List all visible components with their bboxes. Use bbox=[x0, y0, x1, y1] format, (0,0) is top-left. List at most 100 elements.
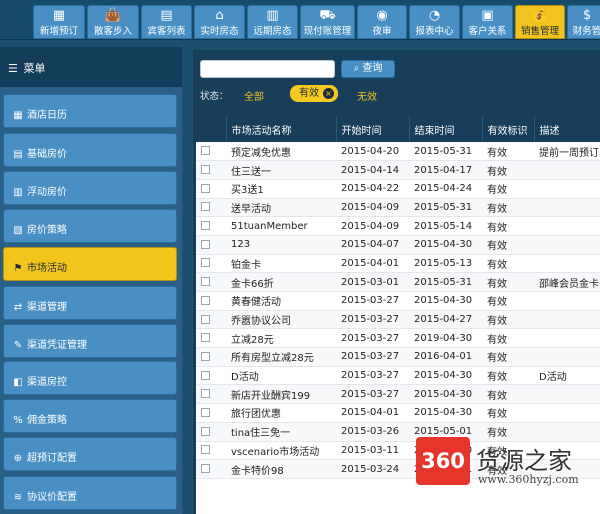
table-cell bbox=[534, 254, 600, 274]
row-checkbox-cell bbox=[196, 310, 226, 330]
toolbar-button-label: 宾客列表 bbox=[147, 26, 186, 37]
row-checkbox[interactable] bbox=[201, 183, 210, 193]
row-checkbox[interactable] bbox=[201, 333, 210, 343]
search-button-label: 查询 bbox=[362, 63, 383, 74]
table-cell: 有效 bbox=[482, 347, 534, 367]
row-checkbox[interactable] bbox=[201, 258, 210, 268]
row-checkbox[interactable] bbox=[201, 221, 210, 231]
row-checkbox[interactable] bbox=[201, 351, 210, 361]
dollar-icon: $ bbox=[582, 8, 592, 23]
toolbar-button-4[interactable]: ▥ 远期房态 bbox=[247, 5, 298, 39]
table-row[interactable]: 立减28元 2015-03-27 2019-04-30 有效 bbox=[196, 328, 600, 349]
table-cell: 旅行团优惠 bbox=[226, 403, 336, 423]
table-cell: D活动 bbox=[534, 366, 600, 386]
table-row[interactable]: 金卡66折 2015-03-01 2015-05-31 有效 邵峰会员金卡 bbox=[196, 272, 600, 292]
search-icon: ⌕ bbox=[353, 63, 360, 74]
toolbar-button-3[interactable]: ⌂ 实时房态 bbox=[194, 5, 245, 39]
toolbar-button-5[interactable]: ⛟ 现付账管理 bbox=[300, 5, 355, 39]
row-checkbox[interactable] bbox=[201, 389, 210, 399]
watermark-logo: 360 bbox=[416, 437, 470, 485]
table-row[interactable]: 乔嚣协议公司 2015-03-27 2015-04-27 有效 bbox=[196, 310, 600, 330]
row-checkbox[interactable] bbox=[201, 445, 210, 455]
table-cell: 2015-04-30 bbox=[409, 366, 482, 386]
filter-all[interactable]: 全部 bbox=[244, 88, 264, 103]
sidebar-item-5[interactable]: ⇄ 渠道管理 bbox=[3, 286, 177, 320]
table-row[interactable]: 住三送一 2015-04-14 2015-04-17 有效 bbox=[196, 160, 600, 180]
table-row[interactable]: 黄春健活动 2015-03-27 2015-04-30 有效 bbox=[196, 291, 600, 311]
table-row[interactable]: 所有房型立减28元 2015-03-27 2016-04-01 有效 bbox=[196, 347, 600, 367]
table-cell: 有效 bbox=[482, 179, 534, 199]
search-button[interactable]: ⌕ 查询 bbox=[341, 60, 395, 78]
toolbar-button-1[interactable]: 👜 散客步入 bbox=[87, 5, 139, 39]
row-checkbox[interactable] bbox=[201, 202, 210, 212]
toolbar-button-10[interactable]: $ 财务管 bbox=[567, 5, 600, 39]
sidebar-item-9[interactable]: ⊕ 超预订配置 bbox=[3, 437, 177, 471]
money-bag-icon: 💰 bbox=[531, 8, 549, 23]
watermark-url: www.360hyzj.com bbox=[478, 473, 579, 486]
table-cell: 2015-03-27 bbox=[336, 291, 409, 311]
table-cell: 有效 bbox=[482, 310, 534, 330]
sidebar-header: ☰ 菜单 bbox=[0, 47, 182, 87]
toolbar-button-6[interactable]: ◉ 夜审 bbox=[357, 5, 407, 39]
table-row[interactable]: D活动 2015-03-27 2015-04-30 有效 D活动 bbox=[196, 366, 600, 386]
row-checkbox[interactable] bbox=[201, 165, 210, 175]
row-checkbox[interactable] bbox=[201, 277, 210, 287]
toolbar-button-7[interactable]: ◔ 报表中心 bbox=[409, 5, 460, 39]
table-row[interactable]: 旅行团优惠 2015-04-01 2015-04-30 有效 bbox=[196, 403, 600, 423]
sidebar-item-0[interactable]: ▦ 酒店日历 bbox=[3, 94, 177, 128]
table-cell: 2015-04-20 bbox=[336, 142, 409, 162]
row-checkbox-cell bbox=[196, 403, 226, 423]
table-cell: 2015-03-27 bbox=[336, 366, 409, 386]
sidebar-item-icon: ▦ bbox=[13, 110, 23, 121]
sidebar-item-8[interactable]: % 佣金策略 bbox=[3, 399, 177, 433]
row-checkbox[interactable] bbox=[201, 370, 210, 380]
sidebar-item-4[interactable]: ⚑ 市场活动 bbox=[3, 247, 177, 281]
table-cell: 2015-04-01 bbox=[336, 403, 409, 423]
sidebar-item-1[interactable]: ▤ 基础房价 bbox=[3, 133, 177, 167]
table-cell: 2015-03-27 bbox=[336, 384, 409, 405]
filter-invalid[interactable]: 无效 bbox=[357, 88, 377, 103]
row-checkbox[interactable] bbox=[201, 146, 210, 156]
toolbar-button-2[interactable]: ▤ 宾客列表 bbox=[141, 5, 192, 39]
table-cell: 2015-04-30 bbox=[409, 384, 482, 405]
sidebar-item-3[interactable]: ▧ 房价策略 bbox=[3, 209, 177, 243]
table-row[interactable]: 123 2015-04-07 2015-04-30 有效 bbox=[196, 235, 600, 255]
close-icon[interactable]: × bbox=[323, 88, 334, 99]
table-cell: 2015-04-30 bbox=[409, 235, 482, 255]
table-row[interactable]: 买3送1 2015-04-22 2015-04-24 有效 bbox=[196, 179, 600, 199]
toolbar-button-label: 夜审 bbox=[372, 26, 392, 37]
table-row[interactable]: 预定减免优惠 2015-04-20 2015-05-31 有效 提前一周预订 bbox=[196, 142, 600, 162]
filter-valid[interactable]: 有效 × bbox=[290, 85, 338, 102]
sidebar-item-7[interactable]: ◧ 渠道房控 bbox=[3, 361, 177, 395]
column-header-4: 有效标识 bbox=[482, 116, 535, 142]
table-cell bbox=[534, 384, 600, 405]
toolbar-button-0[interactable]: ▦ 新增预订 bbox=[33, 5, 85, 39]
table-row[interactable]: 新店开业酬宾199 2015-03-27 2015-04-30 有效 bbox=[196, 384, 600, 405]
sidebar-item-6[interactable]: ✎ 渠道凭证管理 bbox=[3, 324, 177, 358]
toolbar-button-label: 新增预订 bbox=[39, 26, 78, 37]
column-header-3: 结束时间 bbox=[409, 116, 483, 142]
row-checkbox[interactable] bbox=[201, 464, 210, 474]
row-checkbox[interactable] bbox=[201, 239, 210, 249]
row-checkbox[interactable] bbox=[201, 407, 210, 417]
table-cell: 2015-04-24 bbox=[409, 179, 482, 199]
toolbar-button-9[interactable]: 💰 销售管理 bbox=[515, 5, 565, 39]
table-cell: 51tuanMember bbox=[226, 216, 336, 236]
toolbar-button-8[interactable]: ▣ 客户关系 bbox=[462, 5, 513, 39]
table-cell: 提前一周预订 bbox=[534, 142, 600, 162]
table-row[interactable]: 51tuanMember 2015-04-09 2015-05-14 有效 bbox=[196, 216, 600, 236]
menu-icon: ☰ bbox=[8, 62, 18, 75]
search-input[interactable] bbox=[200, 60, 335, 78]
sidebar-item-2[interactable]: ▥ 浮动房价 bbox=[3, 171, 177, 205]
table-row[interactable]: 铂金卡 2015-04-01 2015-05-13 有效 bbox=[196, 254, 600, 274]
row-checkbox[interactable] bbox=[201, 295, 210, 305]
row-checkbox[interactable] bbox=[201, 426, 210, 436]
sidebar-item-label: 基础房价 bbox=[27, 149, 67, 160]
sidebar-item-10[interactable]: ≋ 协议价配置 bbox=[3, 476, 177, 510]
table-row[interactable]: 送早活动 2015-04-09 2015-05-31 有效 bbox=[196, 198, 600, 218]
row-checkbox[interactable] bbox=[201, 314, 210, 324]
row-checkbox-cell bbox=[196, 347, 226, 367]
toolbar-button-label: 远期房态 bbox=[253, 26, 292, 37]
table-cell: 买3送1 bbox=[226, 179, 336, 199]
table-cell: 2015-03-27 bbox=[336, 347, 409, 367]
